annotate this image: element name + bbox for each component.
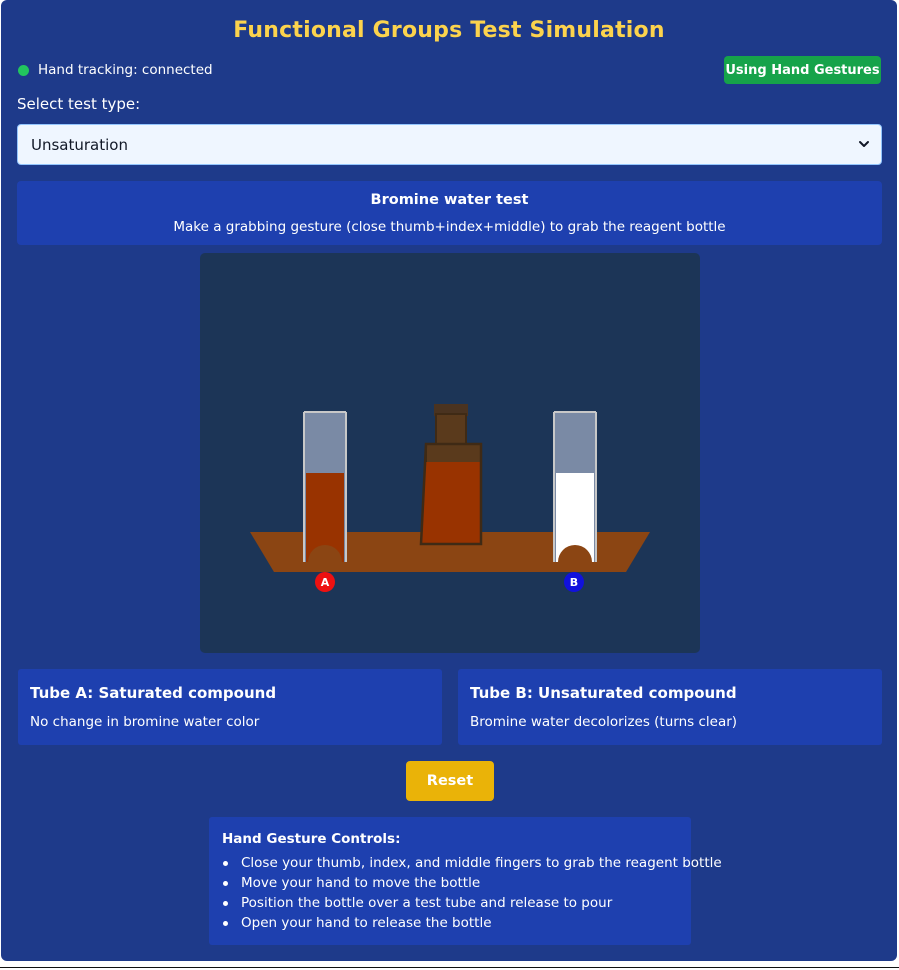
test-instruction: Make a grabbing gesture (close thumb+ind… [173, 219, 726, 235]
tracking-status-text: Hand tracking: connected [38, 62, 213, 78]
bottle-liquid [422, 462, 481, 544]
test-name: Bromine water test [370, 192, 529, 208]
gesture-controls-panel: Hand Gesture Controls: Close your thumb,… [209, 817, 722, 945]
test-type-select[interactable]: Unsaturation [17, 124, 882, 165]
hand-gesture-mode-button[interactable]: Using Hand Gestures [724, 56, 881, 84]
page-bottom-border [0, 967, 899, 968]
chevron-down-icon [859, 141, 869, 147]
test-tube-b[interactable] [553, 411, 597, 562]
reset-button[interactable]: Reset [406, 761, 494, 801]
simulation-canvas[interactable]: A B [200, 253, 700, 653]
result-a-title: Tube A: Saturated compound [30, 684, 277, 702]
test-type-selected-value: Unsaturation [31, 135, 128, 154]
test-tube-a[interactable] [303, 411, 347, 562]
gesture-controls-title: Hand Gesture Controls: [222, 831, 401, 847]
app-container: Functional Groups Test Simulation Hand t… [1, 0, 897, 961]
tracking-status: Hand tracking: connected [18, 61, 213, 79]
test-info-panel: Bromine water test Make a grabbing gestu… [17, 181, 882, 245]
list-item: Position the bottle over a test tube and… [222, 893, 722, 913]
status-dot-icon [18, 64, 29, 76]
result-card-tube-b: Tube B: Unsaturated compound Bromine wat… [458, 669, 882, 745]
gesture-controls-list: Close your thumb, index, and middle fing… [222, 853, 722, 933]
tube-b-label: B [570, 576, 578, 589]
tube-b-marker: B [564, 572, 584, 592]
result-b-title: Tube B: Unsaturated compound [470, 684, 737, 702]
list-item: Close your thumb, index, and middle fing… [222, 853, 722, 873]
list-item: Move your hand to move the bottle [222, 873, 722, 893]
tube-a-marker: A [315, 572, 335, 592]
page-title: Functional Groups Test Simulation [233, 18, 665, 43]
bottle-neck [435, 413, 467, 447]
result-card-tube-a: Tube A: Saturated compound No change in … [18, 669, 442, 745]
tube-a-label: A [321, 576, 330, 589]
test-type-label: Select test type: [17, 95, 141, 113]
result-b-text: Bromine water decolorizes (turns clear) [470, 714, 738, 730]
list-item: Open your hand to release the bottle [222, 913, 722, 933]
result-a-text: No change in bromine water color [30, 714, 260, 730]
